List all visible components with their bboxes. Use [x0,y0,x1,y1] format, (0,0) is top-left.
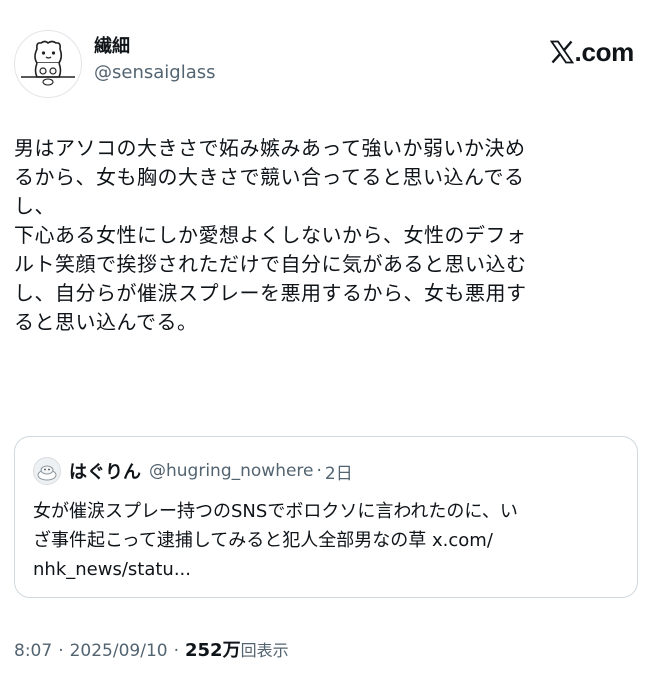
quoted-author-handle: @hugring_nowhere [149,461,314,481]
quoted-tweet-text: 女が催涙スプレー持つのSNSでボロクソに言われたのに、い ざ事件起こって逮捕して… [33,497,625,584]
tweet-text-line: し、自分らが催涙スプレーを悪用するから、女も悪用す [14,281,527,305]
tweet-text-line: 男はアソコの大きさで妬み嫉みあって強いか弱いか決め [14,136,526,160]
quoted-separator: · [316,461,322,481]
small-avatar-icon [37,465,57,481]
tweet-text-line: るから、女も胸の大きさで競い合ってると思い込んでる [14,165,525,189]
cartoon-character-icon [21,40,75,86]
tweet-text-line: 下心ある女性にしか愛想よくしないから、女性のデフォ [14,223,527,247]
x-logo-suffix: .com [574,36,635,67]
quoted-timestamp: 2日 [324,463,353,484]
author-avatar[interactable] [14,30,82,98]
tweet-metadata: 8:07 · 2025/09/10 · 252 万 回表示 [14,636,289,662]
tweet-text-line: し、 [14,194,55,218]
quoted-tweet-card[interactable]: はぐりん @hugring_nowhere · 2日 女が催涙スプレー持つのSN… [14,436,638,598]
tweet-text-line: ると思い込んでる。 [14,310,198,334]
view-count-unit: 万 [222,640,241,661]
tweet-header: 繊細 @sensaiglass .com [14,30,634,100]
x-logo-icon [549,40,574,64]
tweet-date[interactable]: 2025/09/10 [70,641,168,661]
view-count-number: 252 [184,640,223,661]
author-info: 繊細 @sensaiglass [94,34,215,86]
tweet-time[interactable]: 8:07 [14,641,52,661]
quoted-author-avatar [33,457,61,485]
view-count-label: 回表示 [240,641,289,660]
quoted-tweet-header: はぐりん @hugring_nowhere · 2日 [33,457,353,485]
quoted-text-line: nhk_news/statu... [33,559,191,580]
quoted-text-line: ざ事件起こって逮捕してみると犯人全部男なの草 x.com/ [33,530,493,551]
x-com-logo[interactable]: .com [549,36,635,68]
author-display-name[interactable]: 繊細 [94,34,215,60]
quoted-text-line: 女が催涙スプレー持つのSNSでボロクソに言われたのに、い [33,501,518,522]
meta-separator: · [173,641,179,661]
meta-separator: · [58,641,64,661]
quoted-author-name: はぐりん [69,462,141,483]
tweet-text-line: ルト笑顔で挨拶されただけで自分に気があると思い込む [14,252,527,276]
author-handle[interactable]: @sensaiglass [94,60,215,86]
tweet-text: 男はアソコの大きさで妬み嫉みあって強いか弱いか決め るから、女も胸の大きさで競い… [14,134,626,337]
